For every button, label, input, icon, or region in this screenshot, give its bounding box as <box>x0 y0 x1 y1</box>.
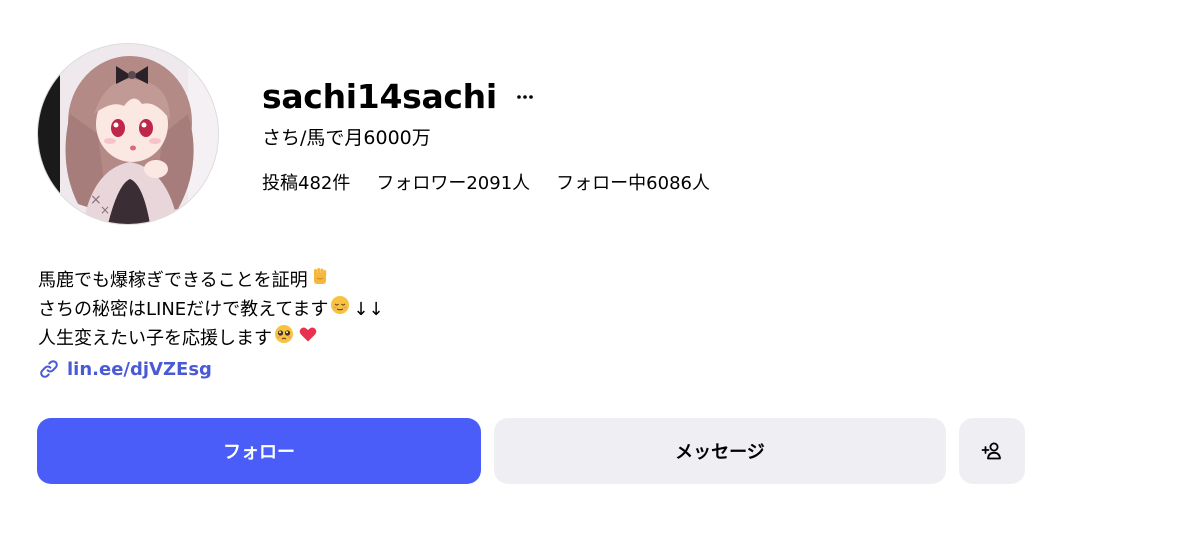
full-name: さち/馬で月6000万 <box>262 127 431 149</box>
bio-text-2: さちの秘密はLINEだけで教えてます <box>38 299 329 320</box>
follow-button[interactable]: フォロー <box>37 418 481 484</box>
red-heart-emoji-icon <box>298 324 318 353</box>
username-row: sachi14sachi <box>262 76 537 118</box>
pleading-face-emoji-icon <box>274 324 294 353</box>
profile-header: × × sachi14sachi さち/馬で月6000万 投稿482件 フォロワ… <box>0 0 1200 536</box>
raised-fist-emoji-icon <box>310 266 330 295</box>
link-icon <box>40 360 58 378</box>
message-button-label: メッセージ <box>675 442 765 463</box>
bio-link[interactable]: lin.ee/djVZEsg <box>38 356 212 382</box>
bio-line-1: 馬鹿でも爆稼ぎできることを証明 <box>38 266 384 295</box>
profile-stats: 投稿482件 フォロワー2091人 フォロー中6086人 <box>262 171 710 197</box>
relieved-face-emoji-icon <box>330 295 350 324</box>
more-options-button[interactable] <box>513 85 537 109</box>
bio-text-3: 人生変えたい子を応援します <box>38 328 272 349</box>
username: sachi14sachi <box>262 77 497 116</box>
svg-text:×: × <box>100 203 110 217</box>
bio-line-3: 人生変えたい子を応援します <box>38 324 384 353</box>
bio-link-text: lin.ee/djVZEsg <box>67 358 212 380</box>
bio-text-1: 馬鹿でも爆稼ぎできることを証明 <box>38 270 308 291</box>
follow-button-label: フォロー <box>223 442 295 463</box>
stat-following[interactable]: フォロー中6086人 <box>556 171 710 197</box>
stat-posts[interactable]: 投稿482件 <box>262 171 350 197</box>
avatar-image: × × <box>38 44 218 224</box>
more-horizontal-icon <box>517 95 533 99</box>
bio: 馬鹿でも爆稼ぎできることを証明 さちの秘密はLINEだけで教えてます ↓↓ 人生… <box>38 266 384 353</box>
message-button[interactable]: メッセージ <box>494 418 946 484</box>
bio-line-2: さちの秘密はLINEだけで教えてます ↓↓ <box>38 295 384 324</box>
avatar[interactable]: × × <box>37 43 219 225</box>
suggested-users-button[interactable] <box>959 418 1025 484</box>
bio-arrows: ↓↓ <box>353 299 384 320</box>
add-user-icon <box>981 442 1001 460</box>
stat-followers[interactable]: フォロワー2091人 <box>376 171 530 197</box>
